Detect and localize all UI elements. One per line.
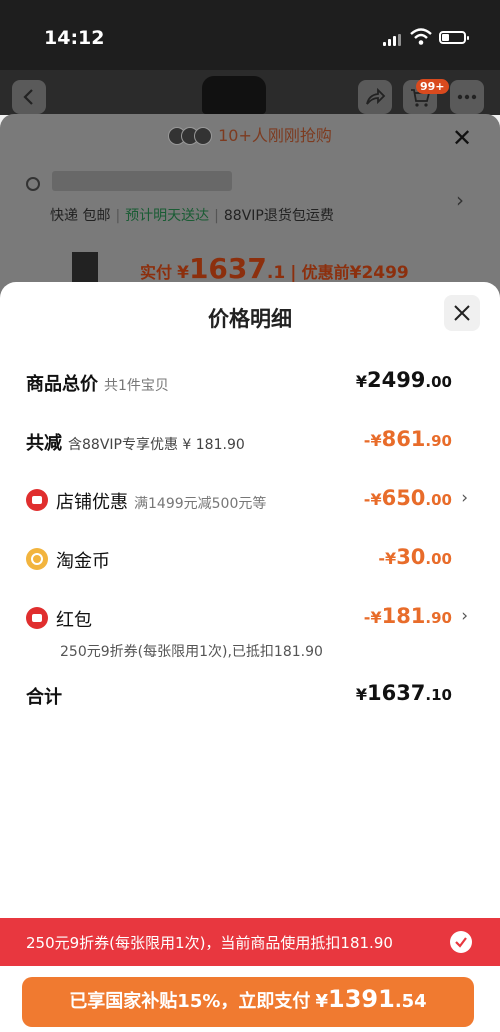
coupon-text: 250元9折券(每张限用1次)，当前商品使用抵扣181.90	[26, 934, 393, 952]
shipping-info: 快递 包邮 | 预计明天送达 | 88VIP退货包运费	[50, 208, 334, 224]
row-amount: -¥650.00	[363, 486, 452, 510]
panel-close-button[interactable]	[444, 295, 480, 331]
chevron-left-icon	[23, 89, 33, 105]
status-time: 14:12	[44, 27, 105, 49]
row-sub: 共1件宝贝	[104, 378, 169, 394]
row-sub: 含88VIP专享优惠 ¥ 181.90	[68, 437, 245, 453]
pay-amount: 1637	[188, 252, 267, 285]
red-packet-icon	[26, 607, 48, 629]
back-button[interactable]	[12, 80, 46, 114]
row-label: 红包	[56, 610, 92, 631]
store-coupon-icon	[26, 489, 48, 511]
row-total-discount: 共减 含88VIP专享优惠 ¥ 181.90 -¥861.90	[26, 427, 472, 457]
row-amount: -¥861.90	[363, 427, 452, 451]
row-amount: -¥30.00	[378, 545, 452, 569]
share-button[interactable]	[358, 80, 392, 114]
shipping-vip: 88VIP退货包运费	[223, 208, 334, 224]
row-red-packet[interactable]: 红包 -¥181.90 ›	[26, 604, 472, 634]
buyer-avatars	[168, 126, 213, 147]
shipping-express: 快递 包邮	[50, 208, 111, 224]
panel-title: 价格明细	[208, 307, 292, 331]
location-icon	[26, 177, 40, 191]
more-button[interactable]	[450, 80, 484, 114]
row-label: 共减	[26, 433, 62, 454]
taojinbi-coin-icon	[26, 548, 48, 570]
shipping-eta: 预计明天送达	[125, 208, 210, 224]
pay-button-amount: 1391	[328, 985, 395, 1013]
row-amount: -¥181.90	[363, 604, 452, 628]
grab-text: 10+人刚刚抢购	[218, 126, 332, 145]
chevron-right-icon[interactable]: ›	[461, 606, 468, 626]
row-store-discount[interactable]: 店铺优惠 满1499元减500元等 -¥650.00 ›	[26, 486, 472, 516]
row-label: 店铺优惠	[56, 492, 128, 513]
battery-icon	[439, 31, 469, 44]
coupon-bar[interactable]: 250元9折券(每张限用1次)，当前商品使用抵扣181.90	[0, 918, 500, 966]
grab-banner: 10+人刚刚抢购	[0, 122, 500, 147]
status-bar: 14:12	[0, 0, 500, 70]
check-icon[interactable]	[450, 931, 472, 953]
row-grand-total: 合计 ¥1637.10	[26, 681, 472, 711]
chevron-right-icon[interactable]: ›	[456, 188, 464, 212]
pay-now-button[interactable]: 已享国家补贴15%，立即支付 ¥1391.54	[22, 977, 474, 1027]
pay-button-label: 已享国家补贴15%，立即支付	[69, 991, 311, 1012]
close-icon	[454, 305, 470, 321]
row-label: 淘金币	[56, 551, 110, 572]
pay-label: 实付	[140, 263, 173, 282]
row-sub: 满1499元减500元等	[134, 496, 267, 512]
row-label: 商品总价	[26, 374, 98, 395]
row-total-goods: 商品总价 共1件宝贝 ¥2499.00	[26, 368, 472, 398]
share-icon	[366, 87, 386, 105]
cart-badge: 99+	[416, 79, 449, 94]
wifi-icon	[410, 28, 432, 45]
red-packet-note: 250元9折券(每张限用1次),已抵扣181.90	[60, 644, 323, 660]
before-discount-value: ¥2499	[349, 263, 409, 283]
close-icon[interactable]: ✕	[452, 124, 472, 152]
row-label: 合计	[26, 687, 62, 708]
address-blurred[interactable]	[52, 171, 232, 191]
more-icon	[457, 94, 477, 100]
row-taojinbi: 淘金币 -¥30.00	[26, 545, 472, 575]
row-amount: ¥1637.10	[355, 681, 452, 705]
row-amount: ¥2499.00	[355, 368, 452, 392]
product-photo	[202, 76, 266, 114]
signal-icon	[383, 34, 403, 46]
chevron-right-icon[interactable]: ›	[461, 488, 468, 508]
before-discount-label: 优惠前	[301, 263, 350, 282]
